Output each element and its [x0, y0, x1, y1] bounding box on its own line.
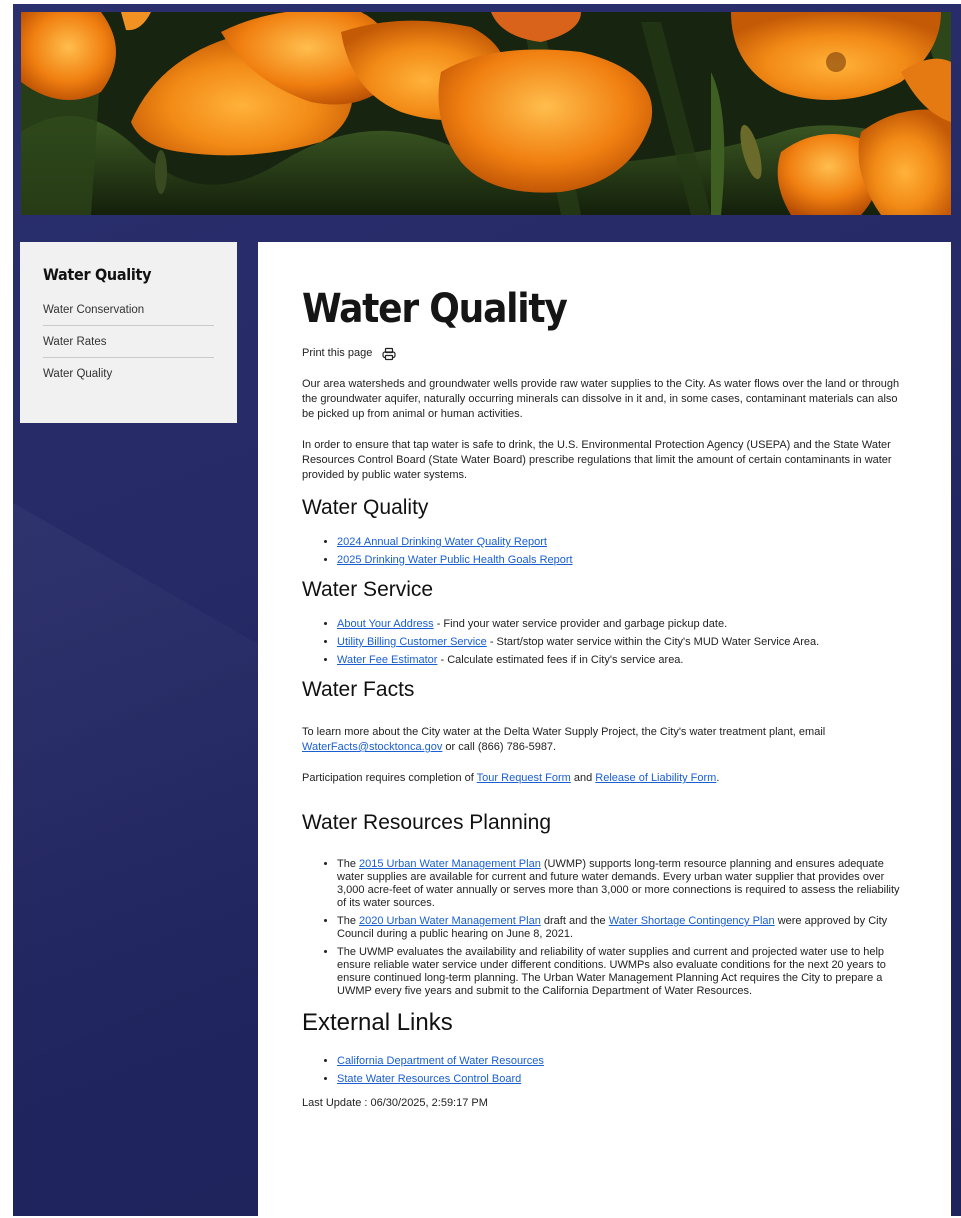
sidebar-item-water-rates[interactable]: Water Rates — [43, 326, 214, 358]
intro-paragraph-1: Our area watersheds and groundwater well… — [302, 378, 900, 420]
list-item: Water Fee Estimator - Calculate estimate… — [337, 653, 907, 667]
link-2024-annual-report[interactable]: 2024 Annual Drinking Water Quality Repor… — [337, 536, 547, 548]
list-item: California Department of Water Resources — [337, 1054, 907, 1068]
facts-text-after: or call (866) 786-5987. — [442, 741, 557, 753]
sidebar-title[interactable]: Water Quality — [43, 264, 214, 286]
sidebar-nav: Water Quality Water Conservation Water R… — [20, 242, 237, 423]
link-release-of-liability[interactable]: Release of Liability Form — [595, 772, 716, 784]
link-waterfacts-email[interactable]: WaterFacts@stocktonca.gov — [302, 741, 442, 753]
section-heading-water-service: Water Service — [302, 578, 434, 601]
print-label[interactable]: Print this page — [302, 346, 372, 361]
participation-and: and — [570, 772, 596, 784]
planning-text: The — [337, 858, 360, 870]
main-content: Water Quality Print this page Our area w… — [258, 242, 951, 1216]
sidebar-item-water-quality[interactable]: Water Quality — [43, 358, 214, 389]
link-about-your-address[interactable]: About Your Address — [337, 618, 434, 630]
list-item-desc: - Start/stop water service within the Ci… — [486, 636, 820, 648]
link-water-fee-estimator[interactable]: Water Fee Estimator — [337, 654, 437, 666]
section-heading-water-facts: Water Facts — [302, 678, 415, 701]
planning-text: draft and the — [540, 915, 609, 927]
hero-banner-poppies — [21, 12, 951, 215]
link-utility-billing[interactable]: Utility Billing Customer Service — [337, 636, 487, 648]
link-2020-uwmp[interactable]: 2020 Urban Water Management Plan — [359, 915, 541, 927]
list-item-desc: - Calculate estimated fees if in City's … — [437, 654, 684, 666]
last-update: Last Update : 06/30/2025, 2:59:17 PM — [302, 1097, 488, 1109]
link-2025-phg-report[interactable]: 2025 Drinking Water Public Health Goals … — [337, 554, 573, 566]
list-item: About Your Address - Find your water ser… — [337, 617, 907, 631]
planning-text: The UWMP evaluates the availability and … — [337, 946, 886, 997]
link-swrcb[interactable]: State Water Resources Control Board — [337, 1073, 521, 1085]
planning-list: The 2015 Urban Water Management Plan (UW… — [302, 858, 907, 998]
list-item: Utility Billing Customer Service - Start… — [337, 635, 907, 649]
section-heading-water-quality: Water Quality — [302, 496, 429, 519]
water-quality-list: 2024 Annual Drinking Water Quality Repor… — [302, 535, 907, 567]
section-heading-external-links: External Links — [302, 1009, 453, 1036]
link-2015-uwmp[interactable]: 2015 Urban Water Management Plan — [359, 858, 541, 870]
list-item-desc: - Find your water service provider and g… — [433, 618, 728, 630]
list-item: The 2020 Urban Water Management Plan dra… — [337, 915, 907, 941]
participation-text: Participation requires completion of — [302, 772, 477, 784]
print-row: Print this page — [302, 346, 907, 361]
link-water-shortage-plan[interactable]: Water Shortage Contingency Plan — [609, 915, 775, 927]
page-title: Water Quality — [302, 286, 568, 332]
printer-icon[interactable] — [382, 347, 396, 361]
poppy-image — [21, 12, 951, 215]
section-heading-water-resources-planning: Water Resources Planning — [302, 811, 552, 834]
link-tour-request-form[interactable]: Tour Request Form — [477, 772, 571, 784]
list-item: The 2015 Urban Water Management Plan (UW… — [337, 858, 907, 910]
list-item: The UWMP evaluates the availability and … — [337, 946, 907, 998]
link-ca-dwr[interactable]: California Department of Water Resources — [337, 1055, 544, 1067]
participation-period: . — [716, 772, 720, 784]
page-frame: Water Quality Water Conservation Water R… — [13, 4, 961, 1216]
list-item: 2024 Annual Drinking Water Quality Repor… — [337, 535, 907, 549]
list-item: 2025 Drinking Water Public Health Goals … — [337, 553, 907, 567]
external-links-list: California Department of Water Resources… — [302, 1054, 907, 1086]
intro-paragraph-2: In order to ensure that tap water is saf… — [302, 439, 892, 481]
sidebar-item-water-conservation[interactable]: Water Conservation — [43, 294, 214, 326]
water-facts-paragraph: To learn more about the City water at th… — [302, 725, 907, 755]
participation-paragraph: Participation requires completion of Tou… — [302, 771, 907, 786]
planning-text: The — [337, 915, 360, 927]
list-item: State Water Resources Control Board — [337, 1072, 907, 1086]
water-service-list: About Your Address - Find your water ser… — [302, 617, 907, 667]
facts-text: To learn more about the City water at th… — [302, 726, 826, 738]
